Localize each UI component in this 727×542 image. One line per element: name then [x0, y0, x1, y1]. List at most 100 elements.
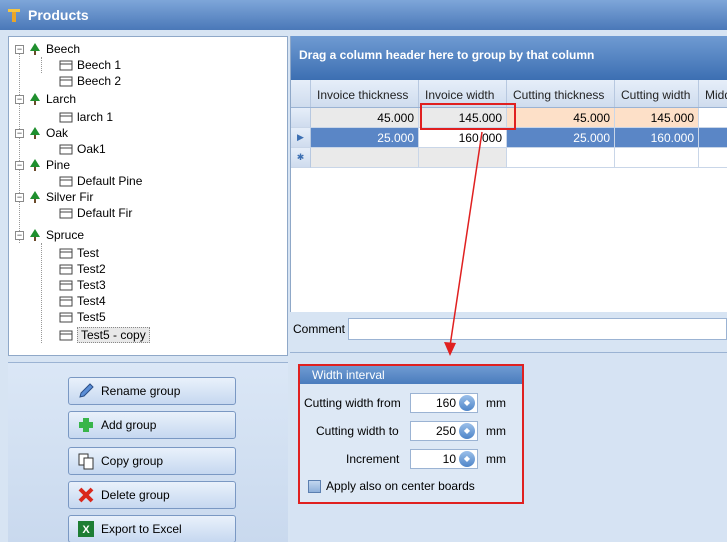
row-indicator-header	[291, 80, 311, 107]
highlight-box-invoice-width	[420, 103, 516, 130]
tree-icon	[30, 43, 40, 55]
cutting-width-to-spinner[interactable]: ◆	[410, 421, 478, 441]
products-icon	[8, 9, 20, 22]
unit-label: mm	[486, 452, 506, 466]
table-cell[interactable]	[699, 108, 727, 128]
apply-center-boards-checkbox[interactable]	[308, 480, 321, 493]
new-row[interactable]: ✱	[291, 148, 727, 168]
increment-spinner[interactable]: ◆	[410, 449, 478, 469]
table-cell-editing[interactable]: 160.000	[419, 128, 507, 148]
group-by-panel[interactable]: Drag a column header here to group by th…	[291, 36, 727, 80]
table-cell[interactable]	[311, 148, 419, 168]
collapse-icon[interactable]: −	[15, 128, 24, 138]
plus-icon	[79, 418, 93, 432]
current-row-arrow-icon[interactable]: ▶	[291, 128, 311, 148]
board-icon	[59, 176, 73, 187]
tree-icon	[30, 191, 40, 203]
table-cell[interactable]: 25.000	[507, 128, 615, 148]
table-cell[interactable]: 145.000	[615, 108, 699, 128]
window-titlebar: Products	[0, 0, 727, 30]
group-actions-panel: Rename group Add group Copy group Delete…	[8, 362, 288, 542]
product-grid[interactable]: Drag a column header here to group by th…	[290, 36, 727, 312]
tree-item[interactable]: Default Fir	[59, 205, 132, 221]
collapse-icon[interactable]: −	[15, 230, 24, 240]
board-icon	[59, 76, 73, 87]
delete-group-button[interactable]: Delete group	[68, 481, 236, 509]
table-cell[interactable]: 25.000	[311, 128, 419, 148]
board-icon	[59, 208, 73, 219]
table-cell[interactable]	[507, 148, 615, 168]
table-row-selected[interactable]: ▶ 25.000 160.000 25.000 160.000	[291, 128, 727, 148]
unit-label: mm	[486, 424, 506, 438]
tree-item[interactable]: Test2	[59, 261, 106, 277]
tree-item[interactable]: Oak1	[59, 141, 106, 157]
cutting-width-to-input[interactable]	[411, 424, 459, 438]
tree-item[interactable]: Test3	[59, 277, 106, 293]
width-interval-group: Width interval Cutting width from ◆ mm C…	[298, 364, 524, 504]
board-icon	[59, 280, 73, 291]
unit-label: mm	[486, 396, 506, 410]
table-cell[interactable]	[615, 148, 699, 168]
board-icon	[59, 144, 73, 155]
spin-arrows-icon[interactable]: ◆	[459, 395, 475, 411]
apply-center-boards-label: Apply also on center boards	[326, 479, 475, 493]
table-cell[interactable]: 45.000	[311, 108, 419, 128]
product-tree[interactable]: − Beech Beech 1 Beech 2 − Larch larch 1 …	[8, 36, 288, 356]
export-excel-button[interactable]: X Export to Excel	[68, 515, 236, 542]
cutting-width-from-input[interactable]	[411, 396, 459, 410]
tree-item[interactable]: Beech 2	[59, 73, 121, 89]
tree-item[interactable]: Test5	[59, 309, 106, 325]
tree-icon	[30, 229, 40, 241]
board-icon	[59, 112, 73, 123]
tree-icon	[30, 159, 40, 171]
collapse-icon[interactable]: −	[15, 44, 24, 54]
table-cell[interactable]: 45.000	[507, 108, 615, 128]
add-group-button[interactable]: Add group	[68, 411, 236, 439]
new-row-star-icon[interactable]: ✱	[291, 148, 311, 168]
tree-item[interactable]: Test4	[59, 293, 106, 309]
row-indicator[interactable]	[291, 108, 311, 128]
tree-item[interactable]: Test	[59, 245, 99, 261]
tree-icon	[30, 127, 40, 139]
board-icon	[59, 60, 73, 71]
board-icon	[59, 248, 73, 259]
window-title: Products	[28, 7, 89, 23]
tree-item[interactable]: Beech 1	[59, 57, 121, 73]
table-cell[interactable]: 160.000	[615, 128, 699, 148]
collapse-icon[interactable]: −	[15, 160, 24, 170]
table-cell[interactable]	[419, 148, 507, 168]
column-header-cutting-thickness[interactable]: Cutting thickness	[507, 80, 615, 107]
board-icon	[59, 296, 73, 307]
tree-item[interactable]: Default Pine	[59, 173, 142, 189]
board-icon	[59, 312, 73, 323]
table-cell[interactable]	[699, 148, 727, 168]
increment-input[interactable]	[411, 452, 459, 466]
cutting-width-from-label: Cutting width from	[304, 396, 401, 410]
tree-icon	[30, 93, 40, 105]
board-icon	[59, 330, 73, 341]
column-header-invoice-thickness[interactable]: Invoice thickness	[311, 80, 419, 107]
collapse-icon[interactable]: −	[15, 94, 24, 104]
rename-group-button[interactable]: Rename group	[68, 377, 236, 405]
pencil-icon	[79, 383, 94, 398]
tree-group-beech[interactable]: − Beech	[15, 41, 80, 57]
copy-icon	[78, 453, 94, 470]
column-header-middle[interactable]: Midd	[699, 80, 727, 107]
copy-group-button[interactable]: Copy group	[68, 447, 236, 475]
spin-arrows-icon[interactable]: ◆	[459, 451, 475, 467]
tree-group-larch[interactable]: − Larch	[15, 91, 76, 107]
cutting-width-from-spinner[interactable]: ◆	[410, 393, 478, 413]
table-cell[interactable]	[699, 128, 727, 148]
tree-group-silver-fir[interactable]: − Silver Fir	[15, 189, 93, 205]
tree-group-oak[interactable]: − Oak	[15, 125, 68, 141]
tree-group-pine[interactable]: − Pine	[15, 157, 70, 173]
spin-arrows-icon[interactable]: ◆	[459, 423, 475, 439]
comment-field[interactable]	[348, 318, 727, 340]
tree-item-selected[interactable]: Test5 - copy	[59, 327, 150, 343]
increment-label: Increment	[346, 452, 400, 466]
column-header-cutting-width[interactable]: Cutting width	[615, 80, 699, 107]
tree-group-spruce[interactable]: − Spruce	[15, 227, 84, 243]
collapse-icon[interactable]: −	[15, 192, 24, 202]
tree-item[interactable]: larch 1	[59, 109, 113, 125]
cutting-width-to-label: Cutting width to	[316, 424, 399, 438]
